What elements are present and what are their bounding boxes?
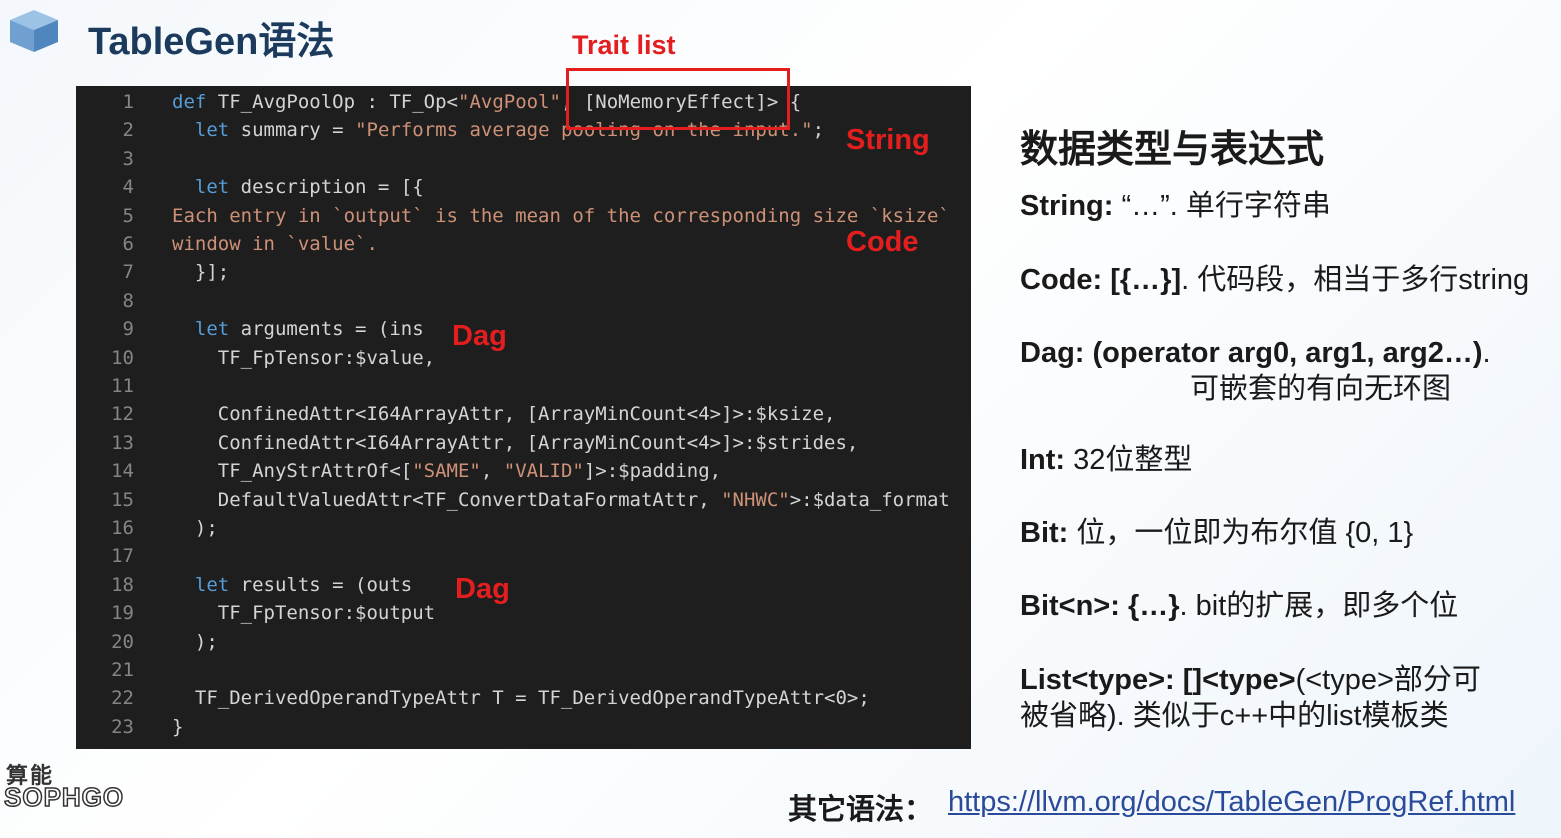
line-number: 10	[111, 346, 134, 369]
type-desc: (<type>部分可	[1295, 664, 1481, 696]
line-number: 5	[122, 204, 134, 227]
line-number: 4	[122, 176, 134, 199]
code-line: 14 TF_AnyStrAttrOf<["SAME", "VALID"]>:$p…	[76, 457, 971, 485]
code-line: 16 );	[76, 514, 971, 542]
line-number: 17	[111, 545, 134, 568]
code-line: 6 window in `value`.	[76, 230, 971, 258]
annotation-dag-results: Dag	[455, 573, 510, 605]
code-line: 23}	[76, 713, 971, 741]
type-item-bitn: Bit<n>: {…}. bit的扩展，即多个位	[1020, 588, 1458, 624]
line-number: 21	[111, 659, 134, 681]
code-text: }];	[172, 261, 230, 284]
line-number: 14	[111, 460, 134, 483]
type-item-dag: Dag: (operator arg0, arg1, arg2…).	[1020, 335, 1491, 371]
brand-logo-text: SOPHGO	[3, 781, 125, 813]
code-line: 17	[76, 542, 971, 570]
code-text: ConfinedAttr<I64ArrayAttr, [ArrayMinCoun…	[172, 431, 859, 454]
code-text: TF_DerivedOperandTypeAttr T = TF_Derived…	[172, 687, 870, 710]
code-text: window in `value`.	[172, 233, 378, 255]
line-number: 8	[122, 289, 134, 312]
code-line: 1 def TF_AvgPoolOp : TF_Op<"AvgPool", [No…	[76, 88, 971, 116]
code-line: 5 Each entry in `output` is the mean of t…	[76, 202, 971, 230]
code-line: 7 }];	[76, 258, 971, 286]
code-text: ConfinedAttr<I64ArrayAttr, [ArrayMinCoun…	[172, 403, 836, 426]
code-text: TF_FpTensor:$output	[172, 602, 436, 625]
code-line: 12 ConfinedAttr<I64ArrayAttr, [ArrayMinC…	[76, 400, 971, 428]
type-desc: . 代码段，相当于多行string	[1181, 264, 1530, 296]
code-text: TF_AnyStrAttrOf<["SAME", "VALID"]>:$padd…	[172, 460, 722, 483]
line-number: 13	[111, 431, 134, 454]
code-line: 4 let description = [{	[76, 173, 971, 201]
line-number: 2	[122, 119, 134, 142]
type-label: String:	[1020, 190, 1114, 222]
code-line: 2 let summary = "Performs average poolin…	[76, 116, 971, 144]
code-block: 1 def TF_AvgPoolOp : TF_Op<"AvgPool", [No…	[76, 86, 971, 749]
line-number: 12	[111, 403, 134, 426]
code-line: 22 TF_DerivedOperandTypeAttr T = TF_Deri…	[76, 684, 971, 712]
line-number: 6	[122, 233, 134, 255]
line-number: 9	[122, 318, 134, 341]
types-heading: 数据类型与表达式	[1020, 129, 1325, 171]
code-text: );	[172, 517, 218, 539]
code-text: TF_FpTensor:$value,	[172, 346, 436, 369]
code-line: 20 );	[76, 628, 971, 656]
code-line: 15 DefaultValuedAttr<TF_ConvertDataForma…	[76, 486, 971, 514]
type-desc: . bit的扩展，即多个位	[1179, 590, 1459, 622]
code-line: 21	[76, 656, 971, 684]
page-title: TableGen语法	[88, 21, 335, 63]
code-line: 3	[76, 145, 971, 173]
line-number: 18	[111, 573, 134, 596]
cube-logo-icon	[10, 10, 58, 52]
code-line: 9 let arguments = (ins	[76, 315, 971, 343]
type-item-dag-desc: 可嵌套的有向无环图	[1190, 373, 1452, 405]
type-item-list: List<type>: []<type>(<type>部分可	[1020, 662, 1481, 698]
type-item-string: String: “…”. 单行字符串	[1020, 188, 1331, 224]
annotation-string: String	[846, 124, 930, 156]
line-number: 15	[111, 488, 134, 511]
code-text: let arguments = (ins	[194, 318, 424, 341]
line-number: 7	[122, 261, 134, 284]
line-number: 1	[122, 91, 134, 113]
code-text: Each entry in `output` is the mean of th…	[172, 204, 950, 227]
type-desc: 32位整型	[1065, 444, 1193, 476]
type-label: Bit:	[1020, 517, 1069, 549]
type-item-int: Int: 32位整型	[1020, 442, 1192, 478]
code-line: 19 TF_FpTensor:$output	[76, 599, 971, 627]
code-line: 11	[76, 372, 971, 400]
type-desc: .	[1482, 337, 1491, 369]
line-number: 22	[111, 687, 134, 710]
type-label: Code: [{…}]	[1020, 264, 1182, 296]
type-label: Dag: (operator arg0, arg1, arg2…)	[1020, 337, 1483, 369]
code-text: }	[172, 715, 184, 738]
type-label: Int:	[1020, 444, 1066, 476]
line-number: 3	[122, 147, 134, 170]
code-text: let description = [{	[194, 176, 424, 199]
type-item-bit: Bit: 位，一位即为布尔值 {0, 1}	[1020, 515, 1413, 551]
code-line: 13 ConfinedAttr<I64ArrayAttr, [ArrayMinC…	[76, 429, 971, 457]
line-number: 16	[111, 517, 134, 539]
line-number: 11	[111, 375, 134, 397]
line-number: 23	[111, 715, 134, 738]
type-desc: 位，一位即为布尔值 {0, 1}	[1068, 517, 1414, 549]
annotation-code: Code	[846, 226, 919, 258]
type-item-code: Code: [{…}]. 代码段，相当于多行string	[1020, 262, 1529, 298]
type-desc: “…”. 单行字符串	[1113, 190, 1331, 222]
type-label: Bit<n>: {…}	[1020, 590, 1180, 622]
line-number: 19	[111, 602, 134, 625]
type-label: List<type>: []<type>	[1020, 664, 1296, 696]
footer-label: 其它语法：	[788, 794, 934, 826]
code-text: let results = (outs	[194, 573, 413, 596]
code-text: );	[172, 630, 218, 653]
line-number: 20	[111, 630, 134, 653]
code-line: 8	[76, 287, 971, 315]
code-line: 10 TF_FpTensor:$value,	[76, 344, 971, 372]
code-line: 18 let results = (outs	[76, 571, 971, 599]
tablegen-docs-link[interactable]: https://llvm.org/docs/TableGen/ProgRef.h…	[948, 786, 1515, 819]
trait-list-label: Trait list	[572, 30, 676, 60]
trait-list-highlight-box	[566, 68, 790, 130]
type-item-list-desc: 被省略). 类似于c++中的list模板类	[1020, 700, 1449, 732]
code-text: DefaultValuedAttr<TF_ConvertDataFormatAt…	[172, 488, 950, 511]
annotation-dag-arguments: Dag	[452, 320, 507, 352]
